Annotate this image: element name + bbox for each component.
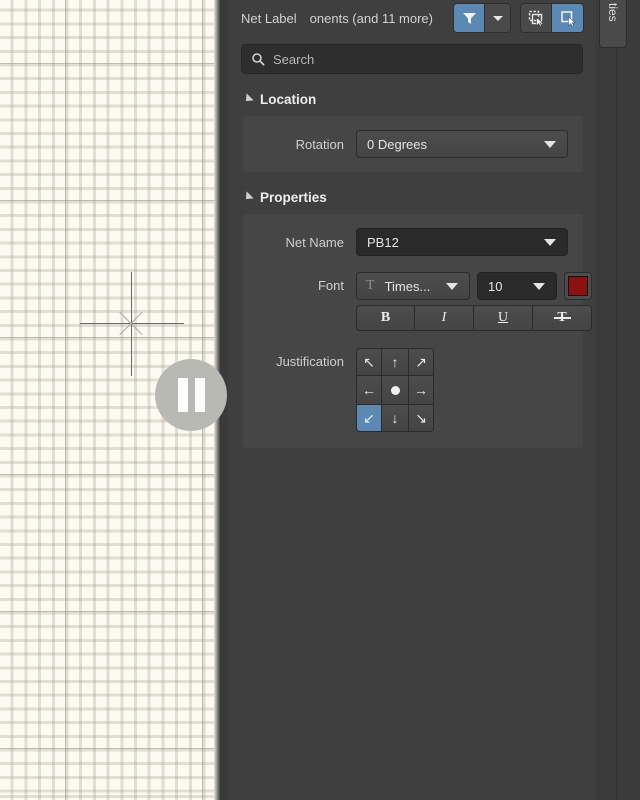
font-family-combo[interactable]: T Times... <box>356 272 470 300</box>
justification-label: Justification <box>276 354 344 369</box>
center-dot-icon[interactable] <box>382 376 408 404</box>
pause-bar-left <box>177 378 188 412</box>
tab-strip-seam <box>616 0 617 800</box>
arrow-down-right-icon[interactable]: ↘ <box>408 404 434 432</box>
panel-header: Net Label onents (and 11 more) <box>228 0 596 36</box>
pause-bar-right <box>194 378 205 412</box>
chevron-down-icon <box>492 15 503 21</box>
chevron-down-icon <box>533 282 545 290</box>
select-active-icon[interactable] <box>552 3 584 33</box>
properties-panel: Net Label onents (and 11 more) Search Lo… <box>228 0 596 800</box>
search-row <box>228 36 596 74</box>
pause-icon[interactable] <box>155 359 227 431</box>
rotation-row: Rotation 0 Degrees <box>258 130 568 158</box>
net-name-value: PB12 <box>367 234 399 250</box>
font-size-combo[interactable]: 10 <box>477 272 557 300</box>
center-dot <box>390 385 400 395</box>
rotation-value: 0 Degrees <box>367 136 427 152</box>
chevron-down-icon <box>544 238 556 246</box>
location-group: Rotation 0 Degrees <box>243 116 583 172</box>
rotation-combo[interactable]: 0 Degrees <box>356 130 568 158</box>
font-style-buttons: B I U T <box>356 305 592 331</box>
text-glyph-icon: T <box>366 278 375 293</box>
underline-button[interactable]: U <box>474 305 533 331</box>
panel-title: Net Label <box>241 10 297 26</box>
net-name-row: Net Name PB12 <box>258 228 568 256</box>
tab-properties-label: ties <box>606 2 620 22</box>
section-label-location: Location <box>260 91 317 107</box>
font-color-swatch[interactable] <box>564 272 592 300</box>
font-family-value: Times... <box>384 278 431 294</box>
right-tab-strip: ties <box>596 0 640 800</box>
arrow-down-icon[interactable]: ↓ <box>382 404 408 432</box>
arrow-up-icon[interactable]: ↑ <box>382 348 408 376</box>
search-icon <box>251 52 265 66</box>
arrow-up-right-icon[interactable]: ↗ <box>408 348 434 376</box>
arrow-down-left-icon[interactable]: ↙ <box>356 404 382 432</box>
tab-properties[interactable]: ties <box>599 0 627 48</box>
app-root: Net Label onents (and 11 more) Search Lo… <box>0 0 640 800</box>
panel-header-tools <box>453 3 584 33</box>
arrow-left-icon[interactable]: ← <box>356 376 382 404</box>
justification-row: Justification ↖ ↑ ↗ ← → ↙ ↓ ↘ <box>258 348 568 432</box>
chevron-down-icon <box>446 282 458 290</box>
font-row: Font T Times... 10 B I U <box>258 272 592 331</box>
arrow-right-icon[interactable]: → <box>408 376 434 404</box>
triangle-expanded-icon <box>242 93 254 105</box>
section-header-location[interactable]: Location <box>228 88 596 110</box>
search-box[interactable] <box>241 44 583 74</box>
filter-dropdown-button[interactable] <box>485 3 511 33</box>
section-header-properties[interactable]: Properties <box>228 186 596 208</box>
panel-subtitle: onents (and 11 more) <box>309 10 433 26</box>
selection-button-group <box>520 3 584 33</box>
font-size-value: 10 <box>488 278 503 294</box>
triangle-expanded-icon <box>242 191 254 203</box>
strikethrough-line <box>553 317 571 319</box>
italic-button[interactable]: I <box>415 305 474 331</box>
net-name-label: Net Name <box>285 234 344 250</box>
filter-button-group <box>453 3 511 33</box>
font-label: Font <box>317 278 344 293</box>
strikethrough-button[interactable]: T <box>533 305 592 331</box>
crosshair-cursor <box>80 272 184 376</box>
net-name-combo[interactable]: PB12 <box>356 228 568 256</box>
justification-grid: ↖ ↑ ↗ ← → ↙ ↓ ↘ <box>356 348 434 432</box>
chevron-down-icon <box>544 140 556 148</box>
arrow-up-left-icon[interactable]: ↖ <box>356 348 382 376</box>
font-color-chip <box>568 276 588 296</box>
search-input[interactable] <box>265 51 582 67</box>
filter-funnel-icon[interactable] <box>453 3 485 33</box>
select-copy-icon[interactable] <box>520 3 552 33</box>
bold-button[interactable]: B <box>356 305 415 331</box>
font-controls: T Times... 10 <box>356 272 592 300</box>
section-label-properties: Properties <box>260 189 327 205</box>
rotation-label: Rotation <box>295 136 344 152</box>
properties-group: Net Name PB12 Font T Times... 10 B I U J… <box>243 214 592 448</box>
